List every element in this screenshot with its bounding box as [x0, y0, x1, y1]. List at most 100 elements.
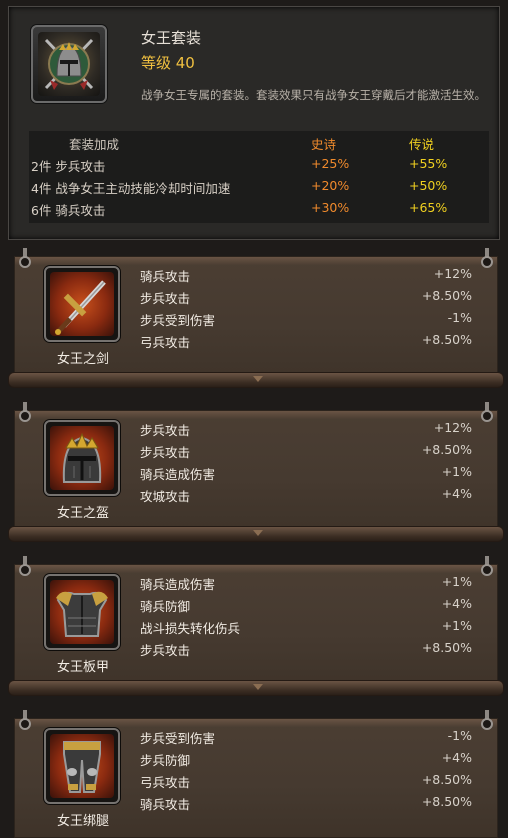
stat-name: 弓兵攻击 — [140, 335, 191, 350]
stat-name: 步兵攻击 — [140, 445, 191, 460]
item-stat-row: 步兵攻击 +8.50% — [140, 640, 472, 662]
item-stat-row: 步兵受到伤害 -1% — [140, 310, 472, 332]
bonus-label: 2件 步兵攻击 — [31, 159, 106, 174]
hanging-pin-icon — [18, 402, 32, 428]
item-name: 女王板甲 — [56, 660, 109, 675]
item-stat-row: 弓兵攻击 +8.50% — [140, 332, 472, 354]
stat-value: +4% — [441, 596, 472, 611]
chevron-down-icon — [253, 530, 263, 536]
bonus-epic-value: +20% — [311, 178, 350, 193]
set-info-panel: 女王套装 等级 40 战争女王专属的套装。套装效果只有战争女王穿戴后才能激活生效… — [8, 6, 500, 240]
stat-name: 骑兵防御 — [140, 599, 191, 614]
stat-name: 骑兵攻击 — [140, 269, 191, 284]
item-panel-leg-armor[interactable]: 女王绑腿 步兵受到伤害 -1% 步兵防御 +4% 弓兵攻击 +8.50% 骑兵攻击 +8… — [0, 710, 508, 838]
hanging-pin-icon — [18, 556, 32, 582]
item-name: 女王之剑 — [56, 352, 109, 367]
stat-name: 步兵受到伤害 — [140, 731, 216, 746]
item-stat-row: 攻城攻击 +4% — [140, 486, 472, 508]
leg-armor-icon — [50, 734, 114, 798]
item-icon-frame[interactable] — [44, 574, 120, 650]
bonus-label: 6件 骑兵攻击 — [31, 203, 106, 218]
set-level: 等级 40 — [141, 54, 195, 72]
item-stat-row: 步兵攻击 +8.50% — [140, 442, 472, 464]
stat-value: +8.50% — [421, 442, 472, 457]
item-name: 女王绑腿 — [56, 814, 109, 829]
item-icon-frame[interactable] — [44, 728, 120, 804]
bonus-row: 6件 骑兵攻击 +30% +65% — [29, 200, 489, 220]
set-description: 战争女王专属的套装。套装效果只有战争女王穿戴后才能激活生效。 — [141, 88, 486, 102]
hanging-pin-icon — [18, 710, 32, 736]
item-panel-helmet[interactable]: 女王之盔 步兵攻击 +12% 步兵攻击 +8.50% 骑兵造成伤害 +1% 攻城攻击 +… — [0, 402, 508, 556]
stat-value: -1% — [447, 728, 472, 743]
stat-value: +12% — [433, 420, 472, 435]
chevron-down-icon — [253, 684, 263, 690]
chevron-down-icon — [253, 376, 263, 382]
item-stat-row: 步兵攻击 +8.50% — [140, 288, 472, 310]
bonus-table-header: 套装加成 史诗 传说 — [29, 134, 489, 154]
bonus-label: 4件 战争女王主动技能冷却时间加速 — [31, 181, 231, 196]
bonus-row: 2件 步兵攻击 +25% +55% — [29, 156, 489, 176]
item-bottom-bar — [8, 526, 504, 542]
stat-name: 战斗损失转化伤兵 — [140, 621, 241, 636]
stat-value: +4% — [441, 750, 472, 765]
set-bonus-table: 套装加成 史诗 传说 2件 步兵攻击 +25% +55% 4件 战争女王主动技能… — [29, 131, 489, 223]
item-stat-row: 骑兵攻击 +12% — [140, 266, 472, 288]
stat-name: 步兵攻击 — [140, 291, 191, 306]
item-stat-row: 步兵防御 +4% — [140, 750, 472, 772]
stat-name: 步兵受到伤害 — [140, 313, 216, 328]
helmet-icon — [50, 426, 114, 490]
stat-value: +8.50% — [421, 772, 472, 787]
stat-value: +1% — [441, 618, 472, 633]
item-panel-chest-armor[interactable]: 女王板甲 骑兵造成伤害 +1% 骑兵防御 +4% 战斗损失转化伤兵 +1% 步兵攻击 +… — [0, 556, 508, 710]
equipment-set-screen: 女王套装 等级 40 战争女王专属的套装。套装效果只有战争女王穿戴后才能激活生效… — [0, 0, 508, 838]
bonus-header-epic: 史诗 — [311, 137, 337, 152]
stat-value: +8.50% — [421, 640, 472, 655]
chest-armor-icon — [50, 580, 114, 644]
stat-value: +1% — [441, 574, 472, 589]
hanging-pin-icon — [480, 402, 494, 428]
bonus-header-legendary: 传说 — [409, 137, 435, 152]
item-bottom-bar — [8, 372, 504, 388]
sword-icon — [50, 272, 114, 336]
stat-name: 攻城攻击 — [140, 489, 191, 504]
stat-value: +8.50% — [421, 332, 472, 347]
item-icon-frame[interactable] — [44, 420, 120, 496]
bonus-epic-value: +30% — [311, 200, 350, 215]
hanging-pin-icon — [480, 710, 494, 736]
hanging-pin-icon — [480, 248, 494, 274]
stat-name: 骑兵造成伤害 — [140, 467, 216, 482]
bonus-row: 4件 战争女王主动技能冷却时间加速 +20% +50% — [29, 178, 489, 198]
item-icon-frame[interactable] — [44, 266, 120, 342]
bonus-legendary-value: +50% — [409, 178, 448, 193]
set-name: 女王套装 — [141, 29, 202, 47]
item-stat-row: 步兵攻击 +12% — [140, 420, 472, 442]
bonus-epic-value: +25% — [311, 156, 350, 171]
item-stat-row: 步兵受到伤害 -1% — [140, 728, 472, 750]
stat-name: 弓兵攻击 — [140, 775, 191, 790]
bonus-legendary-value: +65% — [409, 200, 448, 215]
stat-value: +4% — [441, 486, 472, 501]
stat-name: 骑兵攻击 — [140, 797, 191, 812]
stat-value: -1% — [447, 310, 472, 325]
item-bottom-bar — [8, 680, 504, 696]
stat-name: 步兵攻击 — [140, 643, 191, 658]
queen-helmet-crest-icon — [38, 32, 100, 96]
bonus-header-label: 套装加成 — [69, 137, 120, 152]
stat-value: +8.50% — [421, 794, 472, 809]
stat-name: 骑兵造成伤害 — [140, 577, 216, 592]
stat-name: 步兵防御 — [140, 753, 191, 768]
stat-value: +1% — [441, 464, 472, 479]
item-stat-row: 弓兵攻击 +8.50% — [140, 772, 472, 794]
item-stat-row: 骑兵攻击 +8.50% — [140, 794, 472, 816]
item-stat-row: 骑兵造成伤害 +1% — [140, 574, 472, 596]
item-stat-row: 骑兵造成伤害 +1% — [140, 464, 472, 486]
set-icon-frame — [31, 25, 107, 103]
hanging-pin-icon — [18, 248, 32, 274]
stat-name: 步兵攻击 — [140, 423, 191, 438]
item-stat-row: 战斗损失转化伤兵 +1% — [140, 618, 472, 640]
hanging-pin-icon — [480, 556, 494, 582]
item-stat-row: 骑兵防御 +4% — [140, 596, 472, 618]
stat-value: +8.50% — [421, 288, 472, 303]
bonus-legendary-value: +55% — [409, 156, 448, 171]
item-panel-sword[interactable]: 女王之剑 骑兵攻击 +12% 步兵攻击 +8.50% 步兵受到伤害 -1% 弓兵攻击 +… — [0, 248, 508, 402]
